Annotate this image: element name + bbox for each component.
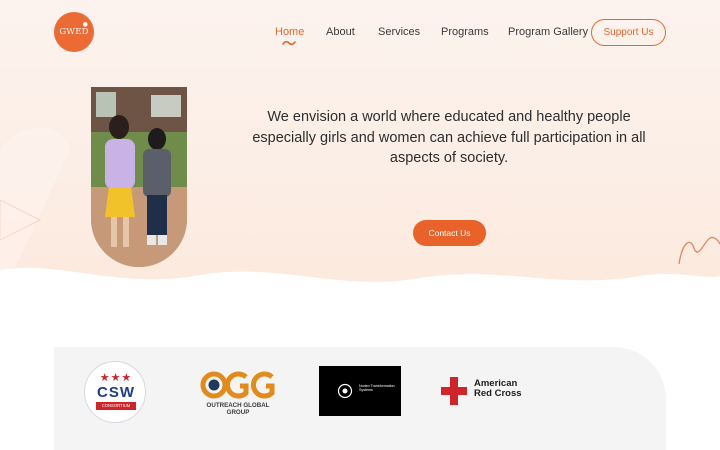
partners-strip: ★★★ CSW CONSORTIUM OUTREACH GLOBAL GROUP… [54,347,666,450]
noden-transformation-logo[interactable]: Noden Transformation Systems [319,366,401,416]
nav-home[interactable]: Home [275,26,304,38]
nav-programs[interactable]: Programs [441,26,489,38]
support-us-button[interactable]: Support Us [591,19,666,46]
ogg-subtitle: OUTREACH GLOBAL GROUP [206,402,270,416]
hero-photo [91,87,187,267]
noden-text: Noden Transformation Systems [359,384,395,393]
outreach-global-group-logo[interactable]: OUTREACH GLOBAL GROUP [200,371,276,416]
ogg-mark-icon [200,371,275,399]
csw-letters: CSW [97,384,135,401]
children-walking-photo-icon [91,87,187,267]
red-cross-icon [441,377,467,405]
nav-about[interactable]: About [326,26,355,38]
stars-icon: ★★★ [99,371,133,384]
american-red-cross-logo[interactable]: American Red Cross [441,377,531,407]
nav-program-gallery[interactable]: Program Gallery [508,26,588,38]
nav-services[interactable]: Services [378,26,420,38]
red-cross-name: American Red Cross [474,378,522,399]
contact-us-button[interactable]: Contact Us [413,220,486,246]
noden-mark-icon [337,383,353,399]
squiggle-decoration-icon [678,236,720,265]
vision-statement: We envision a world where educated and h… [252,109,646,166]
csw-band: CONSORTIUM [96,402,136,410]
csw-consortium-logo[interactable]: ★★★ CSW CONSORTIUM [84,361,146,423]
active-underline-icon [282,40,296,46]
